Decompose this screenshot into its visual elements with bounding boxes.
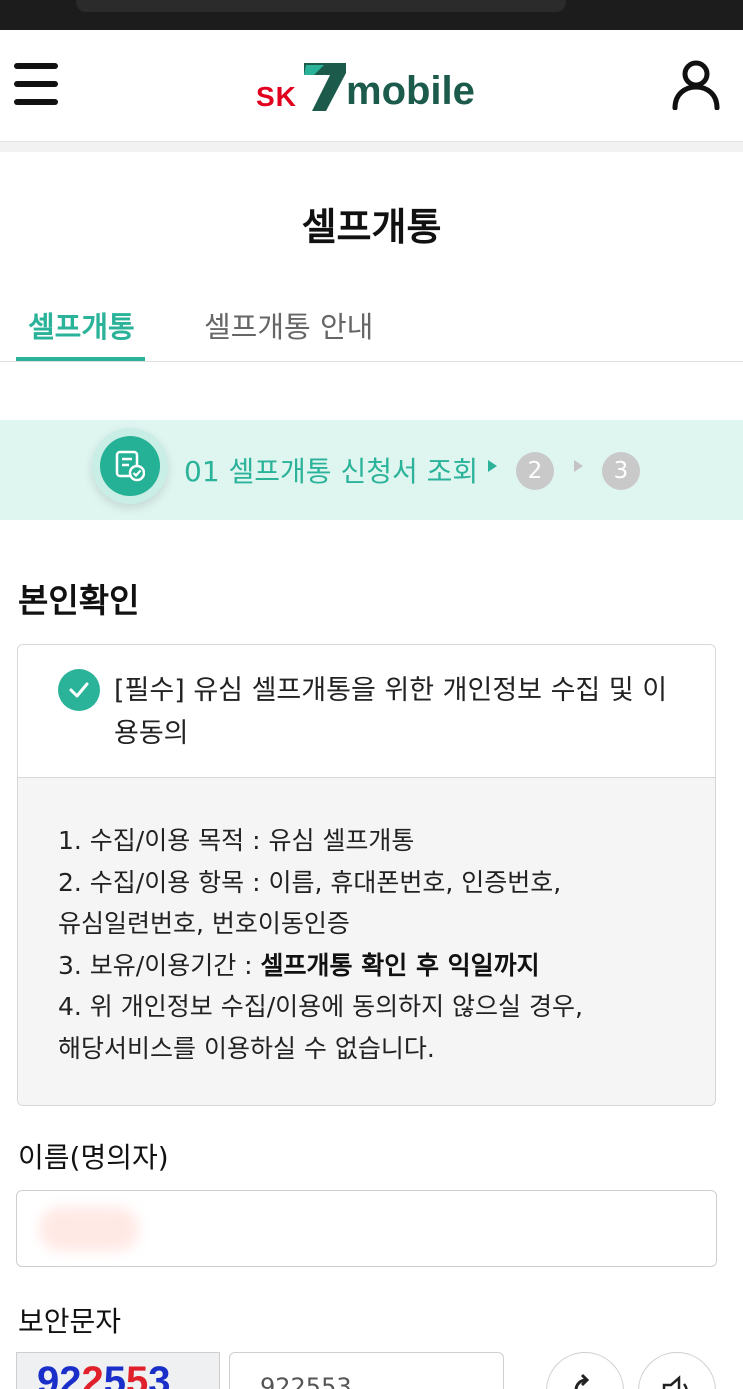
consent-box: [필수] 유심 셀프개통을 위한 개인정보 수집 및 이용동의 1. 수집/이용… [17, 644, 716, 1106]
step-arrow-icon [574, 460, 583, 472]
terms-line-4a: 4. 위 개인정보 수집/이용에 동의하지 않으실 경우, [58, 992, 583, 1021]
current-step-badge [92, 428, 168, 504]
name-field[interactable] [16, 1190, 717, 1267]
speaker-icon [662, 1375, 688, 1389]
sk-7mobile-logo[interactable]: SK mobile [256, 63, 480, 113]
consent-checkbox[interactable] [58, 669, 100, 711]
logo-seven-mark [304, 63, 346, 111]
name-field-label: 이름(명의자) [18, 1141, 169, 1174]
step-arrow-icon [488, 460, 497, 472]
status-bar [0, 0, 743, 30]
terms-line-3: 3. 보유/이용기간 : 셀프개통 확인 후 익일까지 [58, 945, 678, 987]
header-divider [0, 142, 743, 152]
terms-line-1: 1. 수집/이용 목적 : 유심 셀프개통 [58, 826, 415, 855]
consent-title[interactable]: [필수] 유심 셀프개통을 위한 개인정보 수집 및 이용동의 [114, 669, 674, 755]
captcha-audio-button[interactable] [638, 1352, 716, 1389]
document-check-icon [115, 450, 145, 482]
captcha-input-value: 922553 [260, 1373, 352, 1389]
menu-icon[interactable] [14, 63, 58, 105]
active-tab-underline [16, 357, 145, 361]
identity-section-title: 본인확인 [18, 581, 140, 620]
captcha-image: 922553 [16, 1352, 220, 1389]
app-header: SK mobile [0, 30, 743, 142]
captcha-refresh-button[interactable] [546, 1352, 624, 1389]
step-2-badge: 2 [516, 452, 554, 490]
step-3-badge: 3 [602, 452, 640, 490]
logo-mobile-text: mobile [346, 69, 475, 113]
tab-bar: 셀프개통 셀프개통 안내 [0, 290, 743, 362]
terms-line-4b: 해당서비스를 이용하실 수 없습니다. [58, 1033, 435, 1063]
terms-line-3-bold: 셀프개통 확인 후 익일까지 [260, 950, 540, 980]
terms-line-2b: 유심일련번호, 번호이동인증 [58, 909, 350, 938]
check-icon [69, 682, 89, 698]
tab-self-activation-guide[interactable]: 셀프개통 안내 [204, 304, 373, 346]
refresh-icon [574, 1373, 590, 1389]
status-bar-pill [76, 0, 566, 12]
user-icon[interactable] [672, 60, 720, 111]
captcha-image-text: 922553 [37, 1359, 171, 1389]
consent-header: [필수] 유심 셀프개통을 위한 개인정보 수집 및 이용동의 [18, 645, 715, 778]
current-step-label: 01 셀프개통 신청서 조회 [184, 455, 479, 488]
captcha-label: 보안문자 [18, 1305, 122, 1338]
step-indicator: 01 셀프개통 신청서 조회 2 3 [0, 420, 743, 520]
redacted-name-value [39, 1207, 139, 1251]
tab-self-activation[interactable]: 셀프개통 [28, 304, 135, 346]
terms-line-2a: 2. 수집/이용 항목 : 이름, 휴대폰번호, 인증번호, [58, 867, 562, 897]
terms-line-3-prefix: 3. 보유/이용기간 : [58, 950, 261, 980]
page-title: 셀프개통 [301, 205, 442, 249]
logo-sk-text: SK [256, 81, 297, 112]
captcha-input[interactable]: 922553 [229, 1352, 504, 1389]
consent-terms: 1. 수집/이용 목적 : 유심 셀프개통 2. 수집/이용 항목 : 이름, … [18, 778, 715, 1105]
